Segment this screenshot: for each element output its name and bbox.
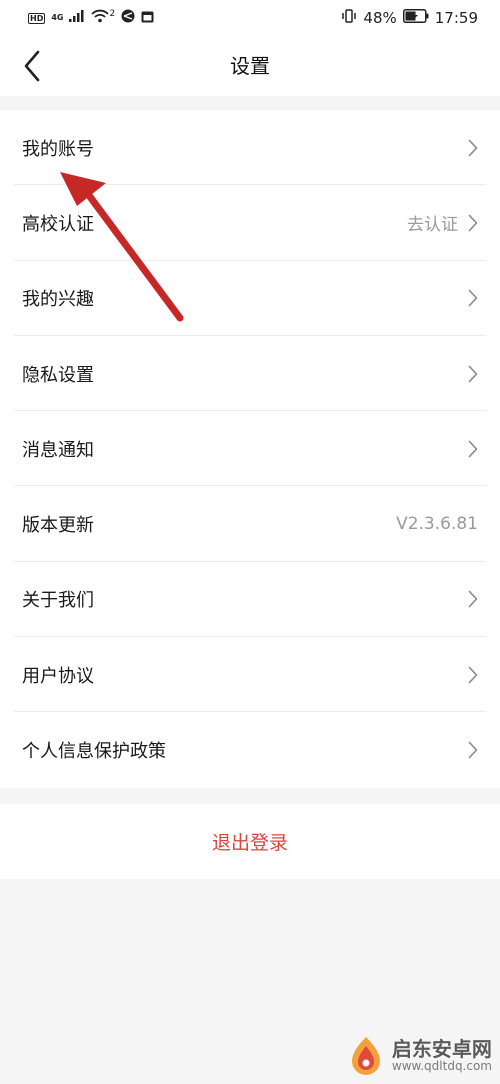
row-right: V2.3.6.81 (396, 514, 478, 534)
battery-percent: 48% (363, 9, 397, 27)
row-label: 版本更新 (22, 515, 94, 537)
settings-row-user-agreement[interactable]: 用户协议 (0, 637, 500, 713)
chevron-right-icon (468, 289, 478, 307)
row-label: 关于我们 (22, 590, 94, 612)
row-right (458, 666, 478, 684)
row-label: 用户协议 (22, 665, 94, 687)
row-value: 去认证 (407, 215, 458, 236)
version-value: V2.3.6.81 (396, 514, 478, 535)
row-label: 我的账号 (22, 138, 94, 160)
chevron-right-icon (468, 214, 478, 232)
chevron-right-icon (468, 591, 478, 608)
row-label: 隐私设置 (22, 364, 94, 386)
settings-row-account[interactable]: 我的账号 (0, 110, 500, 186)
row-right (458, 139, 478, 157)
settings-row-version[interactable]: 版本更新 V2.3.6.81 (0, 486, 500, 563)
row-label: 我的兴趣 (22, 289, 94, 311)
status-bar: HD 4G 2 48% 17:59 (0, 0, 500, 36)
status-left: HD 4G 2 (28, 9, 154, 27)
row-right (458, 590, 478, 608)
page-title: 设置 (230, 54, 270, 78)
status-right: 48% 17:59 (341, 9, 478, 27)
hd-badge: HD (28, 12, 46, 24)
row-right (458, 741, 478, 759)
chevron-right-icon (468, 440, 478, 458)
network-type: 4G (51, 14, 63, 22)
settings-row-privacy[interactable]: 隐私设置 (0, 336, 500, 412)
battery-icon (402, 9, 429, 27)
chevron-right-icon (468, 741, 478, 759)
settings-list: 我的账号 高校认证 去认证 我的兴趣 隐私设置 消息通知 版本更新 V2.3.6… (0, 110, 500, 788)
row-right (458, 289, 478, 307)
nav-bar: 设置 (0, 36, 500, 96)
watermark-logo-icon (351, 1037, 380, 1075)
watermark: 启东安卓网 www.qdltdq.com (344, 1034, 492, 1078)
row-right (458, 440, 478, 458)
chevron-right-icon (468, 666, 478, 684)
settings-row-notifications[interactable]: 消息通知 (0, 411, 500, 487)
row-label: 个人信息保护政策 (22, 741, 166, 763)
row-right (458, 365, 478, 383)
watermark-text: 启东安卓网 www.qdltdq.com (392, 1039, 492, 1073)
clock: 17:59 (434, 9, 478, 27)
watermark-url: www.qdltdq.com (391, 1059, 492, 1074)
app-notification-icon (121, 9, 135, 27)
calendar-icon (141, 10, 154, 27)
settings-row-interests[interactable]: 我的兴趣 (0, 261, 500, 337)
settings-row-campus-verify[interactable]: 高校认证 去认证 (0, 185, 500, 261)
row-label: 高校认证 (22, 213, 94, 235)
watermark-title: 启东安卓网 (391, 1037, 492, 1062)
vibrate-icon (341, 9, 357, 27)
wifi-sup: 2 (109, 9, 116, 19)
signal-icon (69, 10, 85, 26)
wifi-icon (91, 9, 110, 27)
logout-button[interactable]: 退出登录 (0, 804, 500, 879)
chevron-right-icon (468, 139, 478, 156)
chevron-right-icon (468, 365, 478, 382)
logout-label: 退出登录 (211, 832, 288, 854)
settings-row-privacy-policy[interactable]: 个人信息保护政策 (0, 712, 500, 787)
network-label: 4G (51, 13, 64, 22)
row-right: 去认证 (407, 210, 478, 235)
settings-row-about[interactable]: 关于我们 (0, 562, 500, 638)
row-label: 消息通知 (22, 439, 94, 461)
